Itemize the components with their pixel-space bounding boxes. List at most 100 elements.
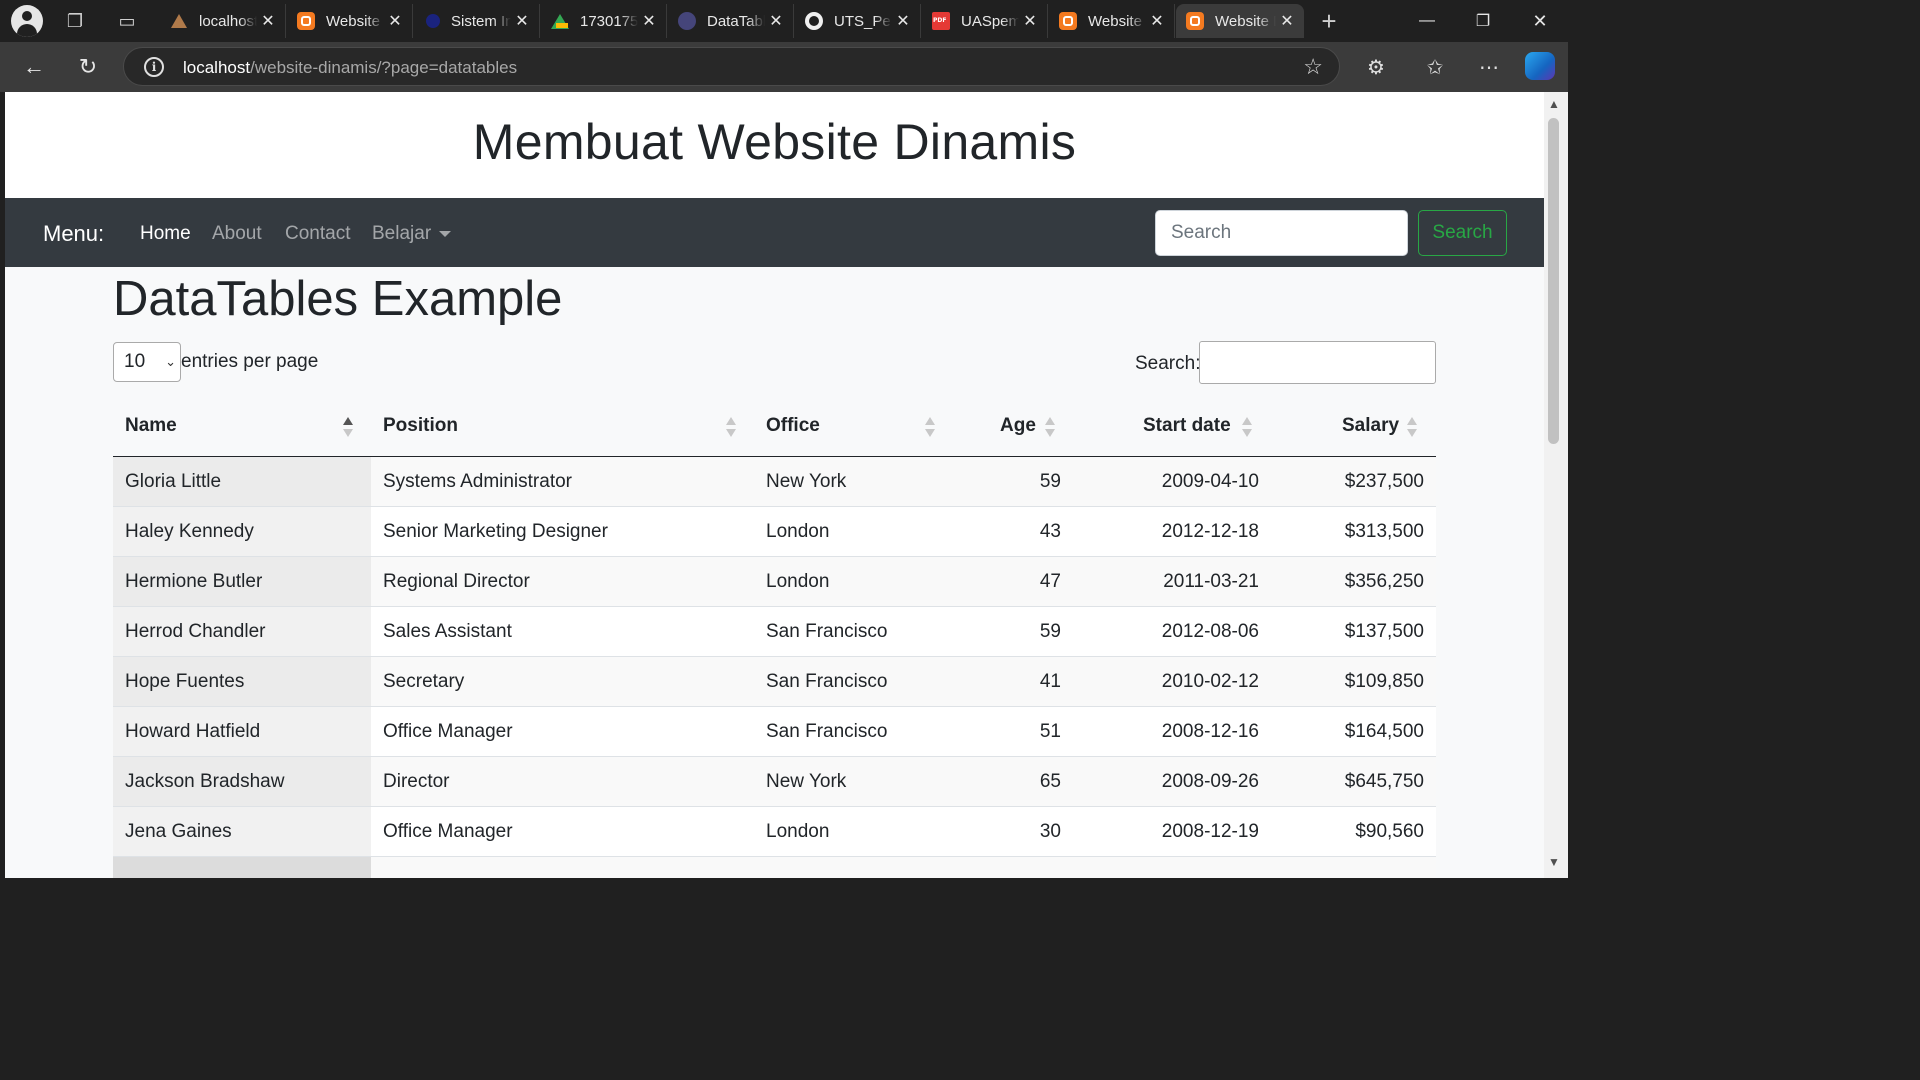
table-row-partial[interactable] (113, 857, 1436, 878)
github-icon (805, 12, 823, 30)
extensions-icon[interactable]: ⚙ (1361, 53, 1391, 81)
cell-position: Office Manager (383, 821, 513, 842)
copilot-icon[interactable] (1525, 52, 1555, 80)
column-header-position[interactable]: Position (383, 415, 458, 437)
address-toolbar: ← ↻ i localhost/website-dinamis/?page=da… (0, 42, 1568, 92)
table-row[interactable]: Howard Hatfield Office Manager San Franc… (113, 707, 1436, 757)
more-menu-icon[interactable]: ⋯ (1474, 53, 1504, 81)
cell-age: 51 (1039, 721, 1061, 742)
favorites-icon[interactable]: ✩ (1420, 53, 1450, 81)
table-row[interactable]: Jackson Bradshaw Director New York 65 20… (113, 757, 1436, 807)
nav-dropdown-belajar[interactable]: Belajar (372, 223, 452, 245)
url-text[interactable]: localhost/website-dinamis/?page=datatabl… (183, 58, 517, 78)
table-row[interactable]: Hermione Butler Regional Director London… (113, 557, 1436, 607)
close-tab-icon[interactable]: ✕ (1146, 11, 1168, 31)
table-row[interactable]: Gloria Little Systems Administrator New … (113, 457, 1436, 507)
cell-start-date: 2012-08-06 (1161, 621, 1259, 642)
entries-per-page-select[interactable]: 10 ⌄ (113, 342, 181, 382)
address-bar[interactable]: i localhost/website-dinamis/?page=datata… (123, 47, 1340, 86)
table-row[interactable]: Hope Fuentes Secretary San Francisco 41 … (113, 657, 1436, 707)
tab-title: Website Dinamis (1215, 12, 1276, 30)
cell-position: Secretary (383, 671, 465, 692)
browser-tab-active[interactable]: Website Dinamis ✕ (1176, 4, 1304, 38)
new-tab-icon[interactable]: + (1314, 6, 1344, 36)
cell-age: 43 (1039, 521, 1061, 542)
nav-dropdown-label: Belajar (372, 223, 432, 244)
cell-salary: $164,500 (1344, 721, 1424, 742)
workspaces-icon[interactable]: ❐ (60, 6, 90, 36)
sort-icon[interactable] (1045, 417, 1055, 439)
browser-tab[interactable]: Website Dinamis ✕ (287, 4, 413, 38)
tab-title: UASpemrograman (961, 12, 1019, 30)
navbar-search-button[interactable]: Search (1418, 210, 1507, 256)
column-header-name[interactable]: Name (125, 415, 177, 437)
cell-position: Office Manager (383, 721, 513, 742)
cell-office: London (766, 521, 830, 542)
scrollbar-thumb[interactable] (1548, 118, 1559, 444)
cell-start-date: 2012-12-18 (1161, 521, 1259, 542)
table-search-label: Search: (1135, 353, 1201, 374)
url-path: /website-dinamis/?page=datatables (250, 58, 518, 77)
close-tab-icon[interactable]: ✕ (638, 11, 660, 31)
close-tab-icon[interactable]: ✕ (257, 11, 279, 31)
entries-per-page-value: 10 (124, 351, 146, 372)
nav-link-about[interactable]: About (212, 223, 262, 245)
site-icon (426, 14, 440, 28)
tab-actions-icon[interactable]: ▭ (112, 6, 142, 36)
minimize-icon[interactable]: — (1414, 8, 1440, 34)
tab-title: Sistem Informasi (451, 12, 511, 30)
tab-title: Website Dinamis (326, 12, 384, 30)
tab-title: UTS_Pemrograman (834, 12, 892, 30)
cell-position: Director (383, 771, 450, 792)
navbar-search-input[interactable] (1155, 210, 1408, 256)
browser-tab[interactable]: Sistem Informasi ✕ (414, 4, 540, 38)
back-icon[interactable]: ← (18, 52, 50, 82)
browser-tab[interactable]: Website Dinamis ✕ (1049, 4, 1175, 38)
nav-link-home[interactable]: Home (140, 223, 191, 245)
cell-office: London (766, 821, 830, 842)
cell-salary: $137,500 (1344, 621, 1424, 642)
table-header: Name Position Office Age Start date Sala… (113, 401, 1436, 457)
scroll-down-icon[interactable]: ▼ (1547, 855, 1561, 869)
cell-position: Senior Marketing Designer (383, 521, 608, 542)
browser-tab[interactable]: UTS_Pemrograman ✕ (795, 4, 921, 38)
table-search-input[interactable] (1199, 341, 1436, 384)
sort-icon[interactable] (925, 417, 935, 439)
browser-tab[interactable]: 17301750 ✕ (541, 4, 667, 38)
table-row[interactable]: Jena Gaines Office Manager London 30 200… (113, 807, 1436, 857)
favorite-star-icon[interactable]: ☆ (1303, 54, 1323, 80)
close-tab-icon[interactable]: ✕ (384, 11, 406, 31)
column-header-start-date[interactable]: Start date (1143, 415, 1231, 437)
phpmyadmin-icon (170, 12, 188, 30)
google-drive-icon (551, 12, 569, 30)
column-header-office[interactable]: Office (766, 415, 820, 437)
sort-icon[interactable] (726, 417, 736, 439)
scroll-up-icon[interactable]: ▲ (1547, 97, 1561, 111)
close-tab-icon[interactable]: ✕ (892, 11, 914, 31)
reload-icon[interactable]: ↻ (72, 52, 104, 82)
browser-tab[interactable]: localhost / 127.0.0.1 ✕ (160, 4, 286, 38)
close-tab-icon[interactable]: ✕ (1276, 11, 1298, 31)
table-row[interactable]: Herrod Chandler Sales Assistant San Fran… (113, 607, 1436, 657)
close-tab-icon[interactable]: ✕ (765, 11, 787, 31)
caret-down-icon (439, 230, 452, 237)
column-header-salary[interactable]: Salary (1342, 415, 1399, 437)
sort-ascending-icon[interactable] (343, 417, 353, 439)
browser-tab[interactable]: UASpemrograman ✕ (922, 4, 1048, 38)
xampp-icon (297, 12, 315, 30)
restore-icon[interactable]: ❐ (1470, 8, 1496, 34)
close-tab-icon[interactable]: ✕ (511, 11, 533, 31)
site-info-icon[interactable]: i (144, 57, 164, 77)
cell-start-date: 2008-12-19 (1161, 821, 1259, 842)
nav-link-contact[interactable]: Contact (285, 223, 350, 245)
sort-icon[interactable] (1242, 417, 1252, 439)
profile-avatar-icon[interactable] (11, 5, 43, 37)
close-tab-icon[interactable]: ✕ (1019, 11, 1041, 31)
close-window-icon[interactable]: ✕ (1527, 8, 1553, 34)
browser-tab[interactable]: DataTables ✕ (668, 4, 794, 38)
column-header-age[interactable]: Age (1000, 415, 1036, 437)
sort-icon[interactable] (1407, 417, 1417, 439)
cell-age: 65 (1039, 771, 1061, 792)
cell-start-date: 2011-03-21 (1163, 571, 1259, 592)
table-row[interactable]: Haley Kennedy Senior Marketing Designer … (113, 507, 1436, 557)
